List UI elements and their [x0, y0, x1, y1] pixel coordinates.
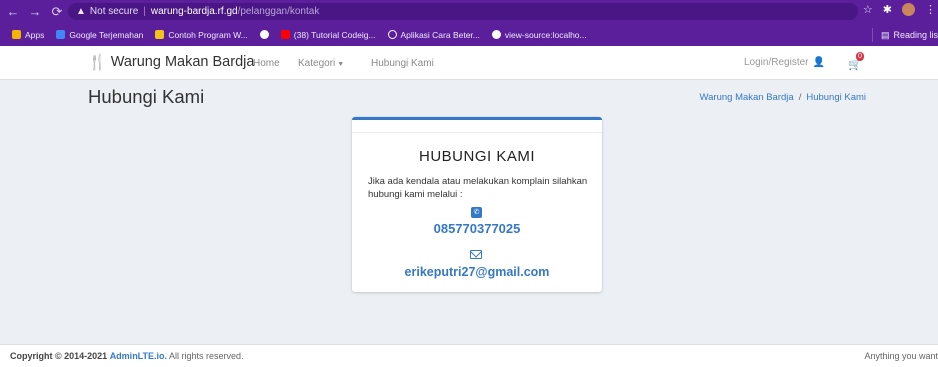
brand[interactable]: 🍴 Warung Makan Bardja	[88, 53, 254, 71]
back-icon[interactable]: ←	[4, 4, 22, 19]
translate-icon	[56, 30, 66, 39]
breadcrumb-current: Hubungi Kami	[806, 92, 866, 103]
reading-list[interactable]: ▤ Reading lis	[871, 28, 938, 42]
copyright: Copyright © 2014-2021 AdminLTE.io. All r…	[10, 351, 244, 361]
footer: Copyright © 2014-2021 AdminLTE.io. All r…	[0, 344, 938, 367]
email-address[interactable]: erikeputri27@gmail.com	[352, 265, 602, 279]
adminlte-link[interactable]: AdminLTE.io.	[110, 351, 167, 361]
warning-icon: ▲	[76, 6, 86, 17]
bookmark-item[interactable]: view-source:localho...	[491, 30, 587, 40]
site-navbar: 🍴 Warung Makan Bardja Home Kategori ▼ Hub…	[0, 46, 938, 80]
nav-kategori[interactable]: Kategori ▼	[298, 58, 344, 69]
utensils-icon: 🍴	[88, 54, 107, 71]
bookmark-star-icon[interactable]: ☆	[863, 3, 873, 16]
nav-hubungi[interactable]: Hubungi Kami	[371, 58, 434, 69]
browser-chrome: ← → ⟳ ▲ Not secure | warung-bardja.rf.gd…	[0, 0, 938, 46]
globe-icon	[491, 30, 501, 39]
cart-button[interactable]: 🛒 0	[848, 52, 864, 73]
address-bar[interactable]: ▲ Not secure | warung-bardja.rf.gd /pela…	[68, 3, 858, 20]
lightning-icon	[155, 30, 165, 39]
extensions-icon[interactable]: ✱	[883, 3, 892, 16]
user-icon: 👤	[812, 57, 825, 68]
footer-right-text: Anything you want	[864, 351, 938, 361]
url-host: warung-bardja.rf.gd	[150, 6, 238, 17]
browser-toolbar-right: ☆ ✱ ⋮	[863, 3, 938, 16]
address-separator: |	[143, 6, 146, 17]
envelope-icon	[470, 250, 482, 259]
copyright-suffix: All rights reserved.	[169, 351, 244, 361]
nav-home[interactable]: Home	[253, 58, 280, 69]
bookmark-item[interactable]: Contoh Program W...	[155, 30, 248, 40]
globe-icon	[259, 30, 269, 39]
contact-card: HUBUNGI KAMI Jika ada kendala atau melak…	[352, 117, 602, 292]
apps-grid-icon	[12, 30, 21, 39]
card-title: HUBUNGI KAMI	[418, 148, 535, 165]
circle-icon	[387, 30, 397, 39]
phone-number[interactable]: 085770377025	[352, 221, 602, 236]
cart-badge: 0	[856, 52, 864, 61]
profile-avatar[interactable]	[902, 3, 915, 16]
login-label: Login/Register	[744, 57, 809, 68]
brand-name: Warung Makan Bardja	[110, 54, 255, 70]
bookmark-item[interactable]: (38) Tutorial Codeig...	[280, 30, 376, 40]
youtube-icon	[280, 30, 290, 39]
bookmark-item[interactable]: Aplikasi Cara Beter...	[387, 30, 480, 40]
reading-list-icon: ▤	[880, 29, 890, 40]
card-text: Jika ada kendala atau melakukan komplain…	[368, 176, 588, 200]
url-path: /pelanggan/kontak	[237, 6, 320, 17]
bookmarks-bar: Apps Google Terjemahan Contoh Program W.…	[0, 23, 938, 46]
bookmark-item[interactable]: Google Terjemahan	[56, 30, 143, 40]
login-register-link[interactable]: Login/Register 👤	[744, 57, 825, 68]
card-divider	[352, 132, 602, 133]
caret-down-icon: ▼	[337, 61, 345, 68]
page-title: Hubungi Kami	[88, 86, 205, 107]
reload-icon[interactable]: ⟳	[48, 4, 66, 20]
bookmark-item[interactable]: Apps	[12, 30, 44, 40]
copyright-prefix: Copyright © 2014-2021	[10, 351, 108, 361]
whatsapp-icon: ✆	[471, 207, 482, 218]
security-label: Not secure	[89, 6, 139, 17]
breadcrumb-home[interactable]: Warung Makan Bardja	[700, 92, 794, 103]
breadcrumb: Warung Makan Bardja / Hubungi Kami	[700, 92, 866, 103]
bookmark-item[interactable]	[259, 30, 269, 39]
menu-icon[interactable]: ⋮	[925, 3, 936, 16]
breadcrumb-separator: /	[798, 92, 802, 103]
forward-icon[interactable]: →	[26, 4, 44, 19]
